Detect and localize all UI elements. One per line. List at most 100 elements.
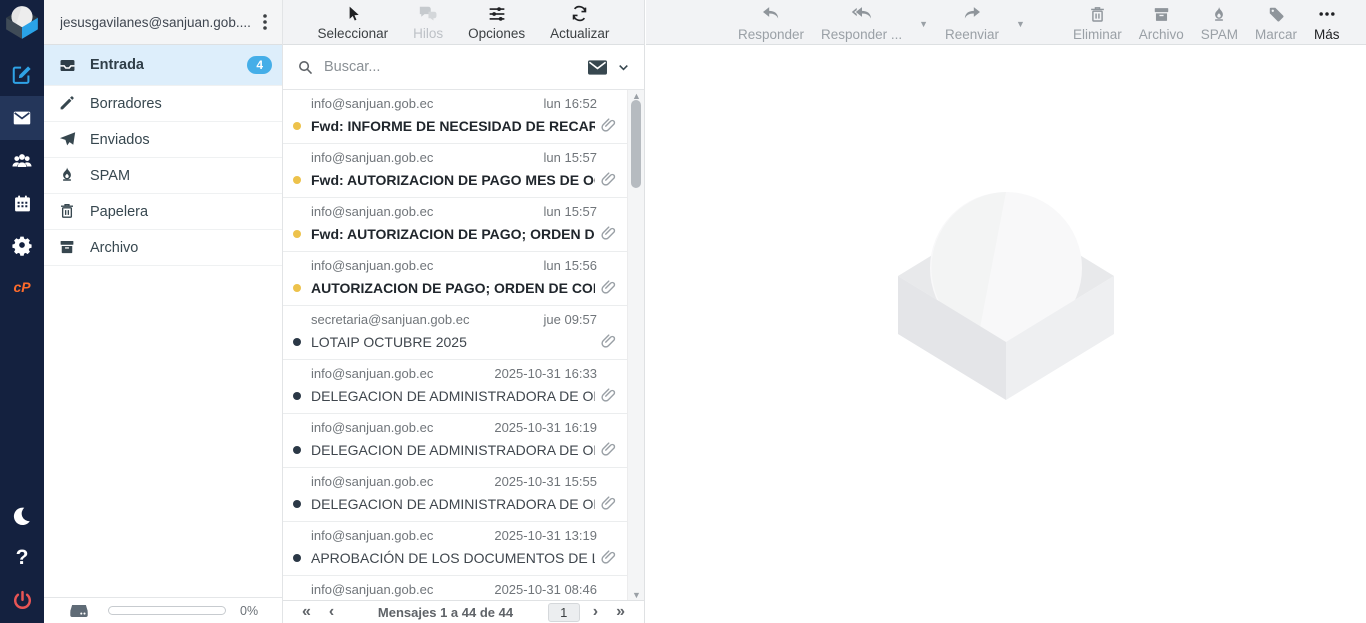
account-email: jesusgavilanes@sanjuan.gob.... (60, 15, 254, 30)
flame-icon (58, 166, 77, 185)
next-page-button[interactable]: › (584, 604, 607, 620)
folder-list: Entrada 4 Borradores Enviados (44, 45, 282, 266)
message-row[interactable]: info@sanjuan.gob.eclun 15:57 Fwd: AUTORI… (283, 198, 627, 252)
forward-label: Reenviar (945, 27, 999, 42)
message-subject: Fwd: AUTORIZACION DE PAGO MES DE OC… (311, 172, 595, 188)
scrollbar-thumb[interactable] (631, 100, 641, 188)
search-scope-button[interactable] (582, 58, 634, 77)
message-row[interactable]: info@sanjuan.gob.ec2025-10-31 13:19 APRO… (283, 522, 627, 576)
calendar-icon (12, 193, 33, 214)
message-status-dot[interactable] (293, 176, 301, 184)
folder-item-spam[interactable]: SPAM (44, 158, 282, 194)
folder-menu-button[interactable] (254, 9, 276, 35)
more-label: Más (1314, 27, 1340, 42)
message-row[interactable]: info@sanjuan.gob.ec2025-10-31 16:33 DELE… (283, 360, 627, 414)
settings-nav-button[interactable] (0, 224, 44, 266)
forward-button[interactable]: Reenviar (945, 4, 999, 42)
message-sender: info@sanjuan.gob.ec (311, 150, 544, 165)
folder-item-sent[interactable]: Enviados (44, 122, 282, 158)
options-button[interactable]: Opciones (468, 4, 525, 41)
more-dots-icon (1317, 4, 1337, 24)
message-row[interactable]: info@sanjuan.gob.eclun 15:57 Fwd: AUTORI… (283, 144, 627, 198)
attachment-icon (599, 116, 619, 136)
message-row[interactable]: info@sanjuan.gob.ec2025-10-31 15:55 DELE… (283, 468, 627, 522)
mail-nav-button[interactable] (0, 96, 44, 140)
folder-item-drafts[interactable]: Borradores (44, 86, 282, 122)
spam-button[interactable]: SPAM (1201, 4, 1238, 42)
message-sender: info@sanjuan.gob.ec (311, 96, 544, 111)
reply-all-dropdown-caret[interactable]: ▼ (919, 19, 928, 29)
message-rows: info@sanjuan.gob.eclun 16:52 Fwd: INFORM… (283, 90, 627, 601)
empty-pane-watermark (898, 188, 1114, 416)
logout-button[interactable] (0, 579, 44, 621)
chevron-down-icon (617, 61, 630, 74)
webmail-app: cP ? jesusgavilane (0, 0, 1366, 623)
message-row[interactable]: info@sanjuan.gob.ec2025-10-31 08:46 (283, 576, 627, 601)
message-row[interactable]: info@sanjuan.gob.eclun 16:52 Fwd: INFORM… (283, 90, 627, 144)
quota-percent: 0% (240, 604, 258, 618)
refresh-button[interactable]: Actualizar (550, 4, 609, 41)
message-status-dot[interactable] (293, 230, 301, 238)
forward-icon (961, 4, 983, 24)
help-button[interactable]: ? (0, 537, 44, 579)
folder-item-archive[interactable]: Archivo (44, 230, 282, 266)
last-page-button[interactable]: » (607, 604, 634, 620)
reply-all-label: Responder ... (821, 27, 902, 42)
folder-item-inbox[interactable]: Entrada 4 (44, 45, 282, 86)
sliders-icon (487, 4, 507, 24)
threads-button[interactable]: Hilos (413, 4, 443, 41)
scroll-down-arrow[interactable]: ▼ (628, 590, 644, 600)
delete-label: Eliminar (1073, 27, 1122, 42)
trash-icon (58, 202, 77, 221)
message-status-dot[interactable] (293, 122, 301, 130)
compose-button[interactable] (0, 54, 44, 96)
message-status-dot[interactable] (293, 338, 301, 346)
message-date: 2025-10-31 16:33 (494, 366, 619, 381)
message-date: lun 16:52 (544, 96, 620, 111)
prev-page-button[interactable]: ‹ (320, 604, 343, 620)
message-date: lun 15:57 (544, 204, 620, 219)
message-subject: DELEGACION DE ADMINISTRADORA DE OR… (311, 388, 595, 404)
reply-button[interactable]: Responder (738, 4, 804, 42)
message-row[interactable]: info@sanjuan.gob.ec2025-10-31 16:19 DELE… (283, 414, 627, 468)
refresh-label: Actualizar (550, 26, 609, 41)
message-status-dot[interactable] (293, 392, 301, 400)
options-label: Opciones (468, 26, 525, 41)
message-sender: info@sanjuan.gob.ec (311, 204, 544, 219)
threads-icon (417, 4, 439, 24)
delete-button[interactable]: Eliminar (1073, 4, 1122, 42)
reply-all-button[interactable]: Responder ... (821, 4, 902, 42)
message-sender: info@sanjuan.gob.ec (311, 528, 494, 543)
message-content-pane: Responder Responder ... ▼ Re (646, 0, 1366, 623)
select-button[interactable]: Seleccionar (318, 4, 389, 41)
message-subject: DELEGACION DE ADMINISTRADORA DE OR… (311, 442, 595, 458)
more-button[interactable]: Más (1314, 4, 1340, 42)
page-number-input[interactable]: 1 (548, 603, 580, 622)
message-row[interactable]: info@sanjuan.gob.eclun 15:56 AUTORIZACIO… (283, 252, 627, 306)
search-input[interactable] (324, 59, 582, 75)
dark-mode-button[interactable] (0, 495, 44, 537)
forward-dropdown-caret[interactable]: ▼ (1016, 19, 1025, 29)
cpanel-nav-button[interactable]: cP (0, 266, 44, 308)
calendar-nav-button[interactable] (0, 182, 44, 224)
message-status-dot[interactable] (293, 500, 301, 508)
folder-item-trash[interactable]: Papelera (44, 194, 282, 230)
unread-count-badge: 4 (247, 56, 272, 74)
list-scrollbar[interactable]: ▲ ▼ (627, 90, 644, 601)
archive-button[interactable]: Archivo (1139, 4, 1184, 42)
message-status-dot[interactable] (293, 284, 301, 292)
contacts-nav-button[interactable] (0, 140, 44, 182)
message-sender: info@sanjuan.gob.ec (311, 474, 494, 489)
quota-bar: 0% (44, 597, 282, 623)
attachment-icon (599, 278, 619, 298)
message-status-dot[interactable] (293, 446, 301, 454)
message-date: 2025-10-31 15:55 (494, 474, 619, 489)
folder-label: Papelera (90, 204, 272, 220)
message-row[interactable]: secretaria@sanjuan.gob.ecjue 09:57 LOTAI… (283, 306, 627, 360)
message-status-dot[interactable] (293, 554, 301, 562)
mark-button[interactable]: Marcar (1255, 4, 1297, 42)
tag-icon (1267, 4, 1286, 24)
select-label: Seleccionar (318, 26, 389, 41)
pagination-status: Mensajes 1 a 44 de 44 (343, 605, 548, 620)
first-page-button[interactable]: « (293, 604, 320, 620)
